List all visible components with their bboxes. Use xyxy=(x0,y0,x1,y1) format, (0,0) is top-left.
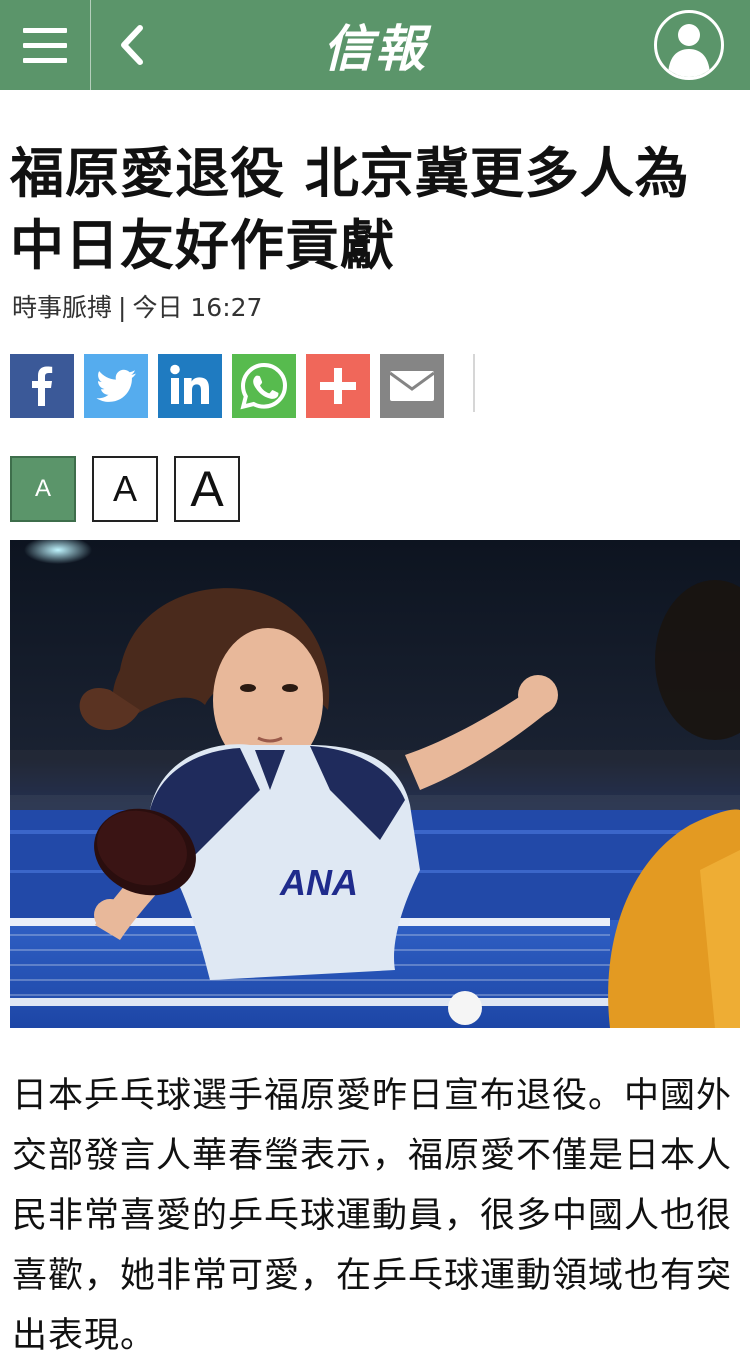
article-category[interactable]: 時事脈搏 xyxy=(12,293,112,322)
site-logo[interactable]: 信報 xyxy=(300,10,450,80)
envelope-icon xyxy=(389,371,435,401)
back-chevron-icon[interactable] xyxy=(112,22,152,68)
twitter-share-button[interactable] xyxy=(84,354,148,418)
hamburger-menu-icon[interactable] xyxy=(0,0,90,90)
linkedin-share-button[interactable] xyxy=(158,354,222,418)
top-nav-bar: 信報 xyxy=(0,0,750,90)
font-size-medium-button[interactable]: A xyxy=(92,456,158,522)
user-avatar-icon[interactable] xyxy=(654,10,724,80)
jersey-text: ANA xyxy=(279,862,358,903)
article-headline: 福原愛退役 北京冀更多人為中日友好作貢獻 xyxy=(10,142,690,277)
facebook-share-button[interactable] xyxy=(10,354,74,418)
font-size-large-button[interactable]: A xyxy=(174,456,240,522)
article-timestamp: 今日 16:27 xyxy=(132,293,263,322)
share-divider xyxy=(473,354,475,412)
table-tennis-player-photo: ANA xyxy=(10,540,740,1028)
linkedin-icon xyxy=(170,364,209,404)
article-body: 日本乒乓球選手福原愛昨日宣布退役。中國外交部發言人華春瑩表示，福原愛不僅是日本人… xyxy=(12,1076,733,1356)
whatsapp-share-button[interactable] xyxy=(232,354,296,418)
twitter-icon xyxy=(96,369,136,402)
nav-divider xyxy=(90,0,91,90)
more-share-button[interactable] xyxy=(306,354,370,418)
facebook-icon xyxy=(32,366,53,406)
article-photo[interactable]: ANA xyxy=(10,540,740,1028)
article-meta: 時事脈搏 | 今日 16:27 xyxy=(12,292,262,324)
email-share-button[interactable] xyxy=(380,354,444,418)
plus-icon xyxy=(320,368,356,404)
meta-separator: | xyxy=(118,293,127,322)
font-size-small-button[interactable]: A xyxy=(10,456,76,522)
share-bar xyxy=(10,354,444,418)
font-size-controls: A A A xyxy=(10,456,240,522)
whatsapp-icon xyxy=(240,362,288,410)
